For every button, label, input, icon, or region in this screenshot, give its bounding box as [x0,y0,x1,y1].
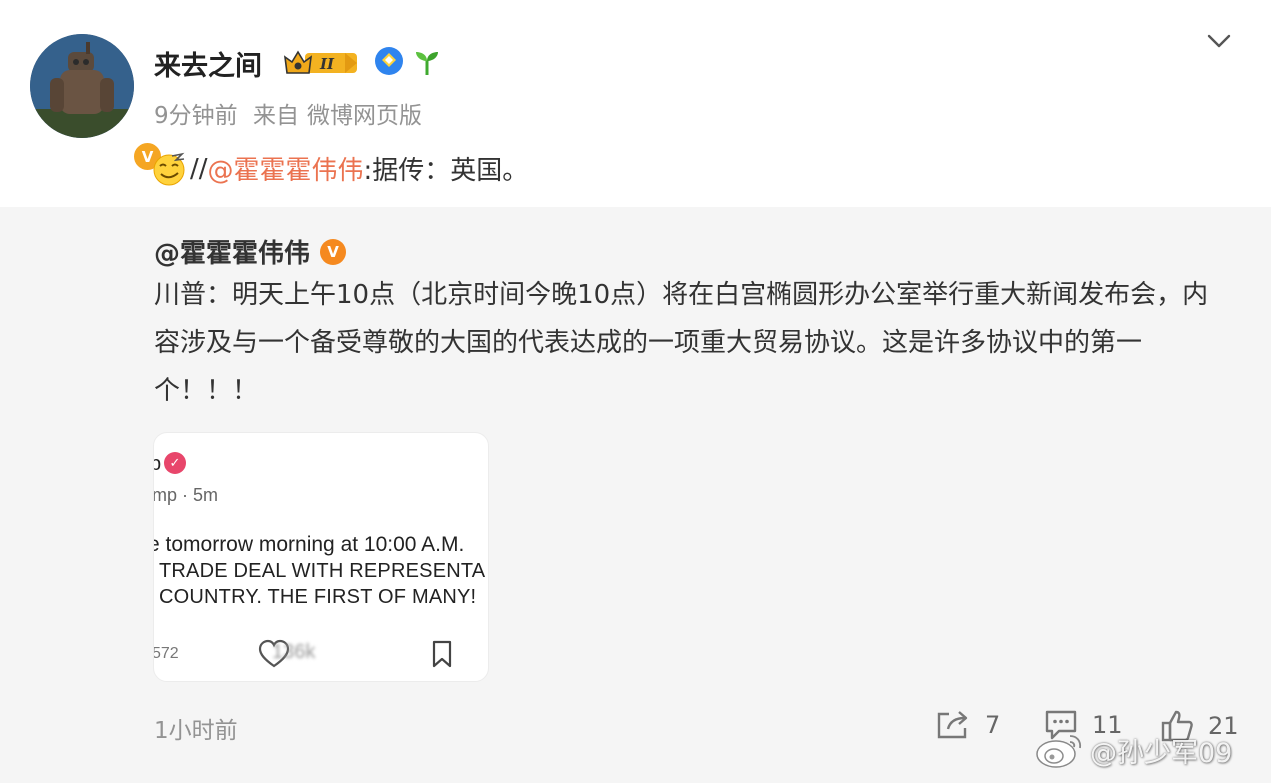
watermark: @孙少军09 [1034,730,1232,770]
repost-separator: // [190,153,208,184]
image-text-line: p [154,453,161,476]
sprout-icon [416,52,438,75]
chevron-down-icon[interactable] [1204,28,1234,54]
image-like-count: 136k [272,641,316,663]
share-count: 7 [985,711,1001,739]
image-reply-count: 572 [153,645,179,662]
share-icon [937,711,968,739]
original-text: 川普：明天上午10点（北京时间今晚10点）将在白宫椭圆形办公室举行重大新闻发布会… [154,280,1209,406]
smirk-emoji-icon [153,152,185,185]
retweeted-post[interactable]: @霍霍霍伟伟 V 川普：明天上午10点（北京时间今晚10点）将在白宫椭圆形办公室… [0,207,1271,783]
repost-mention-link[interactable]: @霍霍霍伟伟 [208,150,364,187]
image-text-line: COUNTRY. THE FIRST OF MANY! [159,586,477,608]
post-image-thumbnail[interactable]: p ✓ mp · 5m e tomorrow morning at 10:00 … [153,432,489,682]
weibo-logo-icon [1036,735,1082,768]
original-author-link[interactable]: @霍霍霍伟伟 [154,233,310,270]
source-name[interactable]: 微博网页版 [307,103,422,129]
post-meta: 9分钟前 来自 微博网页版 [154,96,430,130]
verified-icon: V [320,238,347,265]
post-header: V 来去之间 II 9分钟前 来自 微博网页版 //@霍霍霍伟伟:据传：英国。 [0,0,1271,207]
username[interactable]: 来去之间 [154,44,262,83]
share-button[interactable]: 7 [935,709,1000,741]
image-text-line: e tomorrow morning at 10:00 A.M. [153,533,465,556]
original-time[interactable]: 1小时前 [154,711,238,745]
source-prefix: 来自 [252,103,299,129]
gov-badge-icon [375,47,403,75]
repost-content: :据传：英国。 [363,156,529,186]
original-author: @霍霍霍伟伟 V [154,233,347,270]
post-time[interactable]: 9分钟前 [154,103,238,129]
image-verified-icon: ✓ [164,452,186,474]
user-avatar[interactable]: V [30,34,164,173]
image-text-line: TRADE DEAL WITH REPRESENTA [159,560,486,582]
watermark-text: @孙少军09 [1090,737,1233,769]
image-bookmark-icon [432,640,452,668]
crown-icon: II [283,50,357,74]
rank-label: II [319,55,335,73]
repost-text: //@霍霍霍伟伟:据传：英国。 [152,150,528,187]
avatar-image [30,34,134,138]
image-text-line: mp · 5m [153,485,219,505]
